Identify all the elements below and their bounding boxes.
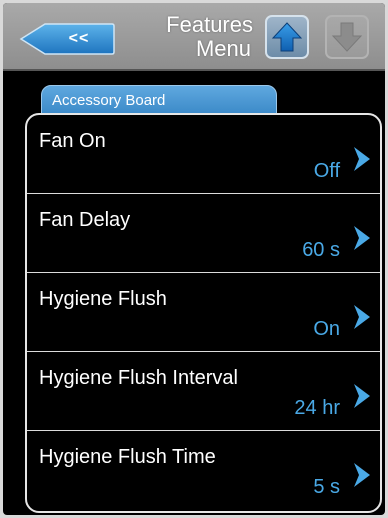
settings-list: Fan On Off Fan Delay 60 s Hygiene Flush … [25,113,382,513]
list-item-hygiene-flush-interval[interactable]: Hygiene Flush Interval 24 hr [27,352,380,431]
page-title-line2: Menu [195,36,251,61]
device-screen: << Features Menu Accessory Board Fan On … [3,3,385,515]
page-title: Features Menu [121,13,253,67]
scroll-down-button[interactable] [325,15,369,59]
chevron-right-icon [354,226,370,250]
page-title-line1: Features [166,12,253,37]
arrow-up-icon [271,22,303,52]
list-item-label: Fan Delay [39,209,131,231]
list-item-label: Hygiene Flush Interval [39,367,238,389]
scroll-up-button[interactable] [265,15,309,59]
chevron-right-icon [354,147,370,171]
list-item-value: 60 s [302,239,340,261]
list-item-value: 24 hr [294,397,340,419]
arrow-down-icon [331,22,363,52]
list-item-label: Fan On [39,130,106,152]
chevron-right-icon [354,384,370,408]
back-button-label: << [68,30,90,47]
chevron-right-icon [354,463,370,487]
list-item-fan-on[interactable]: Fan On Off [27,115,380,194]
back-button[interactable]: << [19,23,115,55]
chevron-right-icon [354,305,370,329]
tab-label: Accessory Board [52,92,166,109]
list-item-fan-delay[interactable]: Fan Delay 60 s [27,194,380,273]
list-item-hygiene-flush[interactable]: Hygiene Flush On [27,273,380,352]
list-item-value: Off [313,160,340,182]
list-item-label: Hygiene Flush Time [39,446,216,468]
header-bar: << Features Menu [3,3,385,71]
list-item-value: 5 s [313,476,340,498]
list-item-label: Hygiene Flush [39,288,167,310]
list-item-hygiene-flush-time[interactable]: Hygiene Flush Time 5 s [27,431,380,510]
list-item-value: On [313,318,340,340]
